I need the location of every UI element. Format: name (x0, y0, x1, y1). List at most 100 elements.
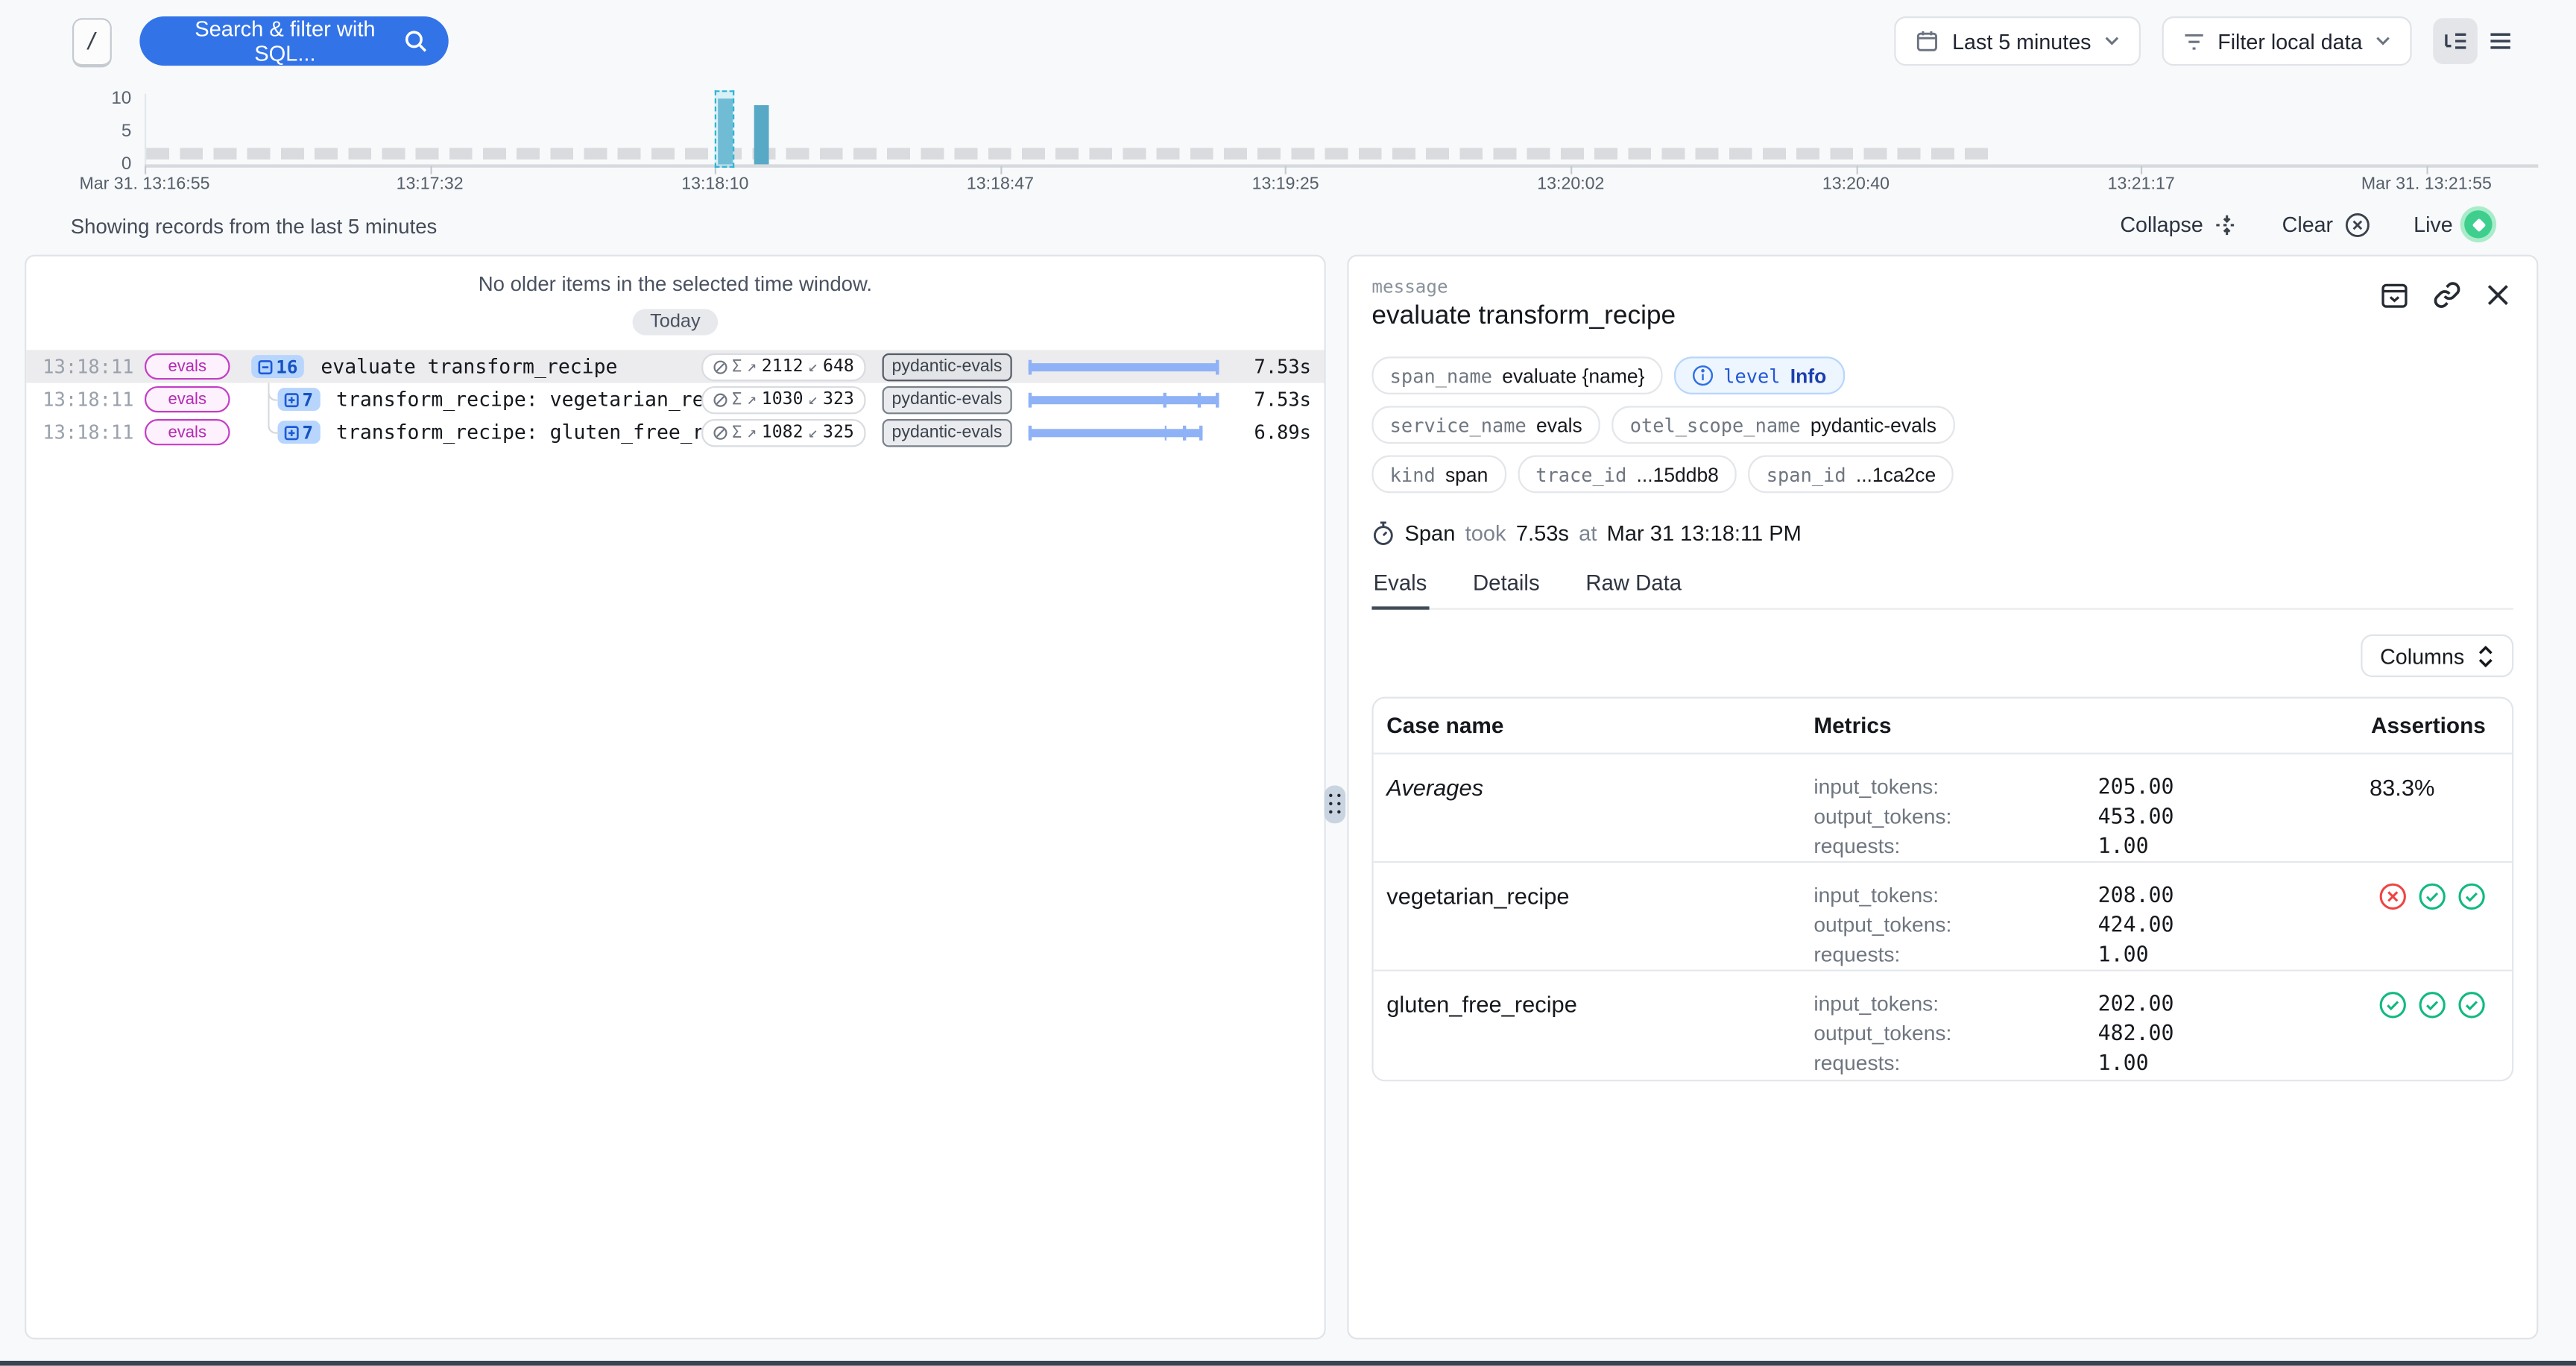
trace-row[interactable]: 13:18:11evals16evaluate transform_recipe… (26, 350, 1324, 383)
collapse-all-button[interactable]: Collapse (2120, 212, 2239, 236)
scope-tag: pydantic-evals (882, 385, 1011, 413)
case-name: vegetarian_recipe (1386, 883, 1813, 970)
duration-bar (1029, 359, 1219, 374)
chart-plot-area[interactable]: Mar 31. 13:16:5513:17:3213:18:1013:18:47… (145, 82, 2538, 205)
filter-local-data-dropdown[interactable]: Filter local data (2162, 16, 2411, 66)
trace-list-panel: No older items in the selected time wind… (25, 255, 1326, 1340)
token-usage-chip: Σ↗1030↙323 (701, 385, 865, 413)
metric-value: 1.00 (2098, 835, 2149, 860)
attribute-pill-otel_scope_name[interactable]: otel_scope_namepydantic-evals (1611, 406, 1954, 444)
view-mode-segmented-control (2433, 18, 2522, 64)
attribute-key: level (1723, 364, 1780, 387)
tab-details[interactable]: Details (1471, 570, 1541, 608)
trace-row-meta: Σ↗2112↙648pydantic-evals7.53s (701, 353, 1324, 380)
tree-connector-line (268, 383, 279, 434)
attribute-value: span (1445, 462, 1488, 485)
chart-x-tick-mark (1286, 166, 1287, 174)
attribute-pill-kind[interactable]: kind span (1371, 456, 1506, 494)
metric-label: output_tokens: (1813, 804, 2097, 828)
metric-line: requests:1.00 (1813, 942, 2272, 972)
panel-resize-handle[interactable] (1325, 786, 1346, 824)
chart-x-tick-mark (1000, 166, 1002, 174)
metric-label: input_tokens: (1813, 883, 2097, 907)
live-toggle[interactable]: Live (2414, 210, 2492, 238)
attribute-value: evals (1536, 413, 1582, 436)
expand-children-toggle[interactable]: 7 (277, 388, 319, 411)
assertion-pass-icon (2457, 991, 2485, 1019)
assertion-pass-icon (2457, 883, 2485, 910)
evals-table-row: Averagesinput_tokens:205.00output_tokens… (1374, 755, 2512, 863)
trace-row[interactable]: 13:18:11evals7transform_recipe: vegetari… (26, 383, 1324, 416)
search-placeholder: Search & filter with SQL... (166, 16, 405, 66)
close-panel-icon[interactable] (2486, 281, 2510, 309)
timeline-selection-box (714, 90, 733, 168)
span-name-text: evaluate transform_recipe (321, 355, 701, 378)
chart-x-tick-mark (145, 166, 146, 174)
attribute-key: span_name (1390, 364, 1492, 387)
evals-table-header: Case name Metrics Assertions (1374, 699, 2512, 755)
search-shortcut-key: / (72, 18, 112, 67)
metric-value: 424.00 (2098, 913, 2174, 938)
chart-x-tick-label: Mar 31. 13:21:55 (2361, 174, 2492, 194)
evals-table: Case name Metrics Assertions Averagesinp… (1371, 697, 2513, 1082)
search-icon (404, 30, 427, 53)
metric-value: 1.00 (2098, 943, 2149, 968)
attribute-pill-trace_id[interactable]: trace_id...15ddb8 (1518, 456, 1737, 494)
case-assertions (2272, 991, 2486, 1080)
trace-row-meta: Σ↗1082↙325pydantic-evals6.89s (701, 418, 1324, 446)
span-attribute-pills: span_name evaluate {name} levelInfo service… (1371, 356, 1966, 493)
attribute-pill-span_id[interactable]: span_id...1ca2ce (1749, 456, 1954, 494)
search-button[interactable]: Search & filter with SQL... (139, 16, 448, 66)
tab-raw-data[interactable]: Raw Data (1584, 570, 1683, 608)
evals-tag-badge: evals (145, 386, 230, 412)
time-range-dropdown[interactable]: Last 5 minutes (1895, 16, 2141, 66)
expand-children-toggle[interactable]: 7 (277, 421, 319, 444)
duration-text: 7.53s (1235, 355, 1310, 378)
collapse-children-toggle[interactable]: 16 (251, 355, 304, 378)
timing-took-word: took (1465, 521, 1506, 546)
list-view-toggle[interactable] (2478, 18, 2522, 64)
clear-button[interactable]: Clear (2282, 211, 2371, 237)
calendar-icon (1916, 30, 1939, 53)
metric-label: input_tokens: (1813, 991, 2097, 1016)
trace-row[interactable]: 13:18:11evals7transform_recipe: gluten_f… (26, 416, 1324, 449)
chart-x-tick-label: 13:18:10 (681, 174, 748, 194)
chart-y-tick-label: 10 (95, 89, 131, 108)
timeline-bar[interactable] (754, 105, 768, 164)
dock-panel-icon[interactable] (2381, 281, 2408, 309)
attribute-pill-level[interactable]: levelInfo (1674, 356, 1844, 394)
attribute-key: kind (1390, 462, 1436, 485)
token-usage-chip: Σ↗1082↙325 (701, 418, 865, 446)
token-usage-chip: Σ↗2112↙648 (701, 353, 865, 380)
assertion-pass-icon (2418, 883, 2446, 910)
columns-button[interactable]: Columns (2361, 635, 2514, 677)
copy-link-icon[interactable] (2433, 281, 2460, 309)
attribute-value: evaluate {name} (1502, 364, 1644, 387)
metric-value: 1.00 (2098, 1052, 2149, 1077)
span-title: evaluate transform_recipe (1371, 303, 2513, 333)
metric-line: input_tokens:205.00 (1813, 774, 2272, 804)
trace-row-meta: Σ↗1030↙323pydantic-evals7.53s (701, 385, 1324, 413)
header-metrics: Metrics (1813, 714, 2371, 738)
metric-label: output_tokens: (1813, 1021, 2097, 1045)
metric-value: 453.00 (2098, 805, 2174, 830)
chart-y-tick-label: 5 (95, 122, 131, 141)
no-data-dash-band (146, 148, 1992, 159)
tree-view-toggle[interactable] (2433, 18, 2478, 64)
chart-x-tick-label: 13:19:25 (1252, 174, 1319, 194)
attribute-pill-span_name[interactable]: span_name evaluate {name} (1371, 356, 1662, 394)
attribute-pill-service_name[interactable]: service_nameevals (1371, 406, 1600, 444)
live-label: Live (2414, 212, 2453, 236)
tab-evals[interactable]: Evals (1371, 570, 1428, 610)
metric-line: input_tokens:208.00 (1813, 883, 2272, 913)
columns-label: Columns (2380, 643, 2464, 668)
chevron-down-icon (2375, 36, 2390, 45)
span-name-text: transform_recipe: vegetarian_recipe (336, 388, 701, 411)
detail-header-actions (2381, 281, 2510, 309)
topbar-right-controls: Last 5 minutes Filter local data (1895, 16, 2522, 66)
chart-x-tick-mark (430, 166, 432, 174)
span-name-text: transform_recipe: gluten_free_recipe (336, 421, 701, 444)
assertion-fail-icon (2379, 883, 2407, 910)
assertion-pass-icon (2418, 991, 2446, 1019)
attribute-value: pydantic-evals (1811, 413, 1936, 436)
